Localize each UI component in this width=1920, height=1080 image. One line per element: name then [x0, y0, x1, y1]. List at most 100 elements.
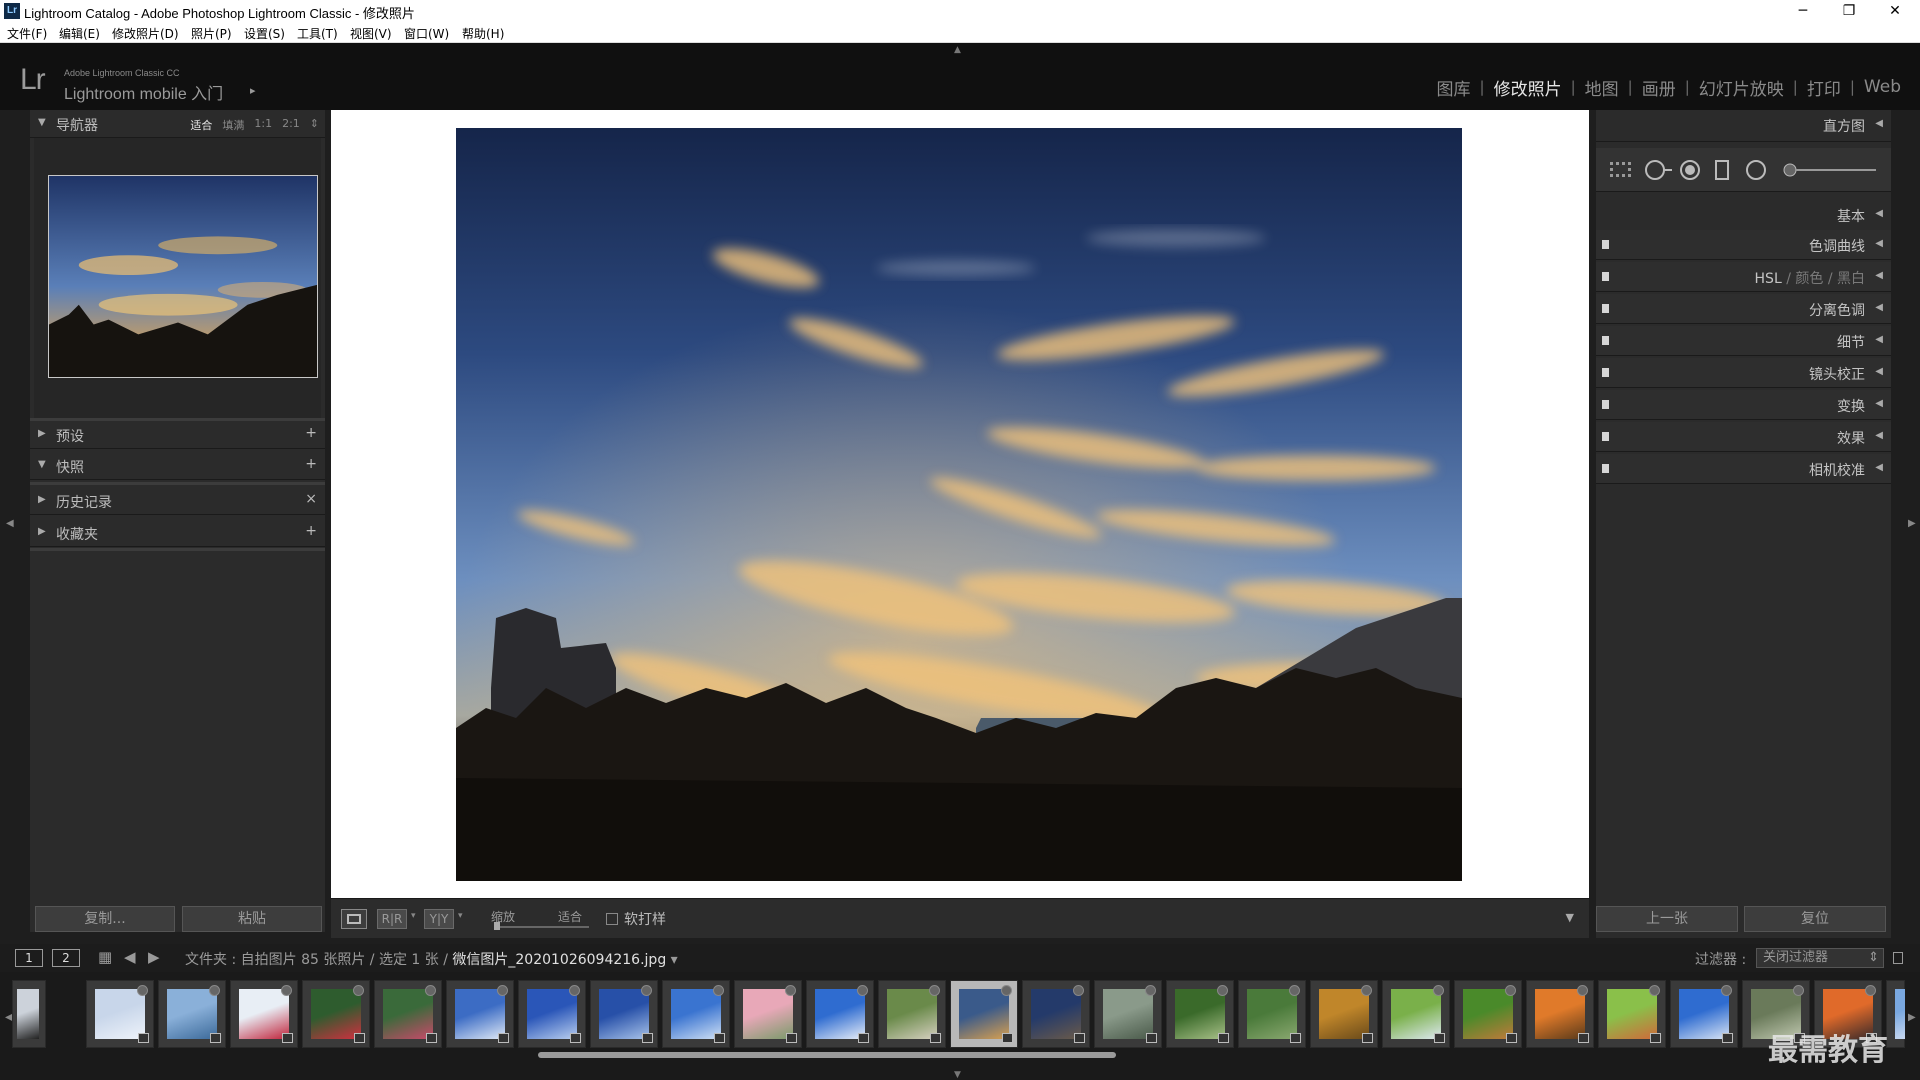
- filmstrip-thumbnail[interactable]: [12, 980, 46, 1048]
- crop-overlay-icon[interactable]: [1608, 159, 1634, 181]
- panel-switch-icon[interactable]: [1602, 240, 1609, 249]
- filmstrip-thumbnail[interactable]: [734, 980, 802, 1048]
- before-after-dropdown-icon[interactable]: ▾: [411, 911, 416, 921]
- add-preset-icon[interactable]: +: [305, 425, 317, 441]
- loupe-view-icon[interactable]: [341, 909, 367, 929]
- before-after-button[interactable]: R|R: [377, 909, 407, 929]
- filmstrip-thumbnail[interactable]: [1886, 980, 1905, 1048]
- collapse-triangle-icon[interactable]: ◀: [1875, 208, 1883, 219]
- main-window-button[interactable]: 1: [15, 949, 43, 967]
- hsl-header[interactable]: HSL / 颜色 / 黑白 ◀: [1596, 262, 1891, 292]
- toolbar-content-menu-icon[interactable]: ▼: [1566, 911, 1574, 924]
- menu-settings[interactable]: 设置(S): [244, 25, 285, 42]
- histogram-header[interactable]: 直方图 ◀: [1596, 110, 1891, 142]
- color-tab[interactable]: 颜色: [1795, 271, 1823, 287]
- history-header[interactable]: ▶ 历史记录 ×: [30, 487, 325, 515]
- lens-corrections-header[interactable]: 镜头校正 ◀: [1596, 358, 1891, 388]
- split-toning-header[interactable]: 分离色调 ◀: [1596, 294, 1891, 324]
- black-white-tab[interactable]: 黑白: [1837, 271, 1865, 287]
- panel-switch-icon[interactable]: [1602, 368, 1609, 377]
- grid-view-icon[interactable]: ▦: [98, 948, 112, 966]
- forward-arrow-icon[interactable]: ▶: [148, 948, 160, 966]
- soft-proof-label[interactable]: 软打样: [624, 909, 666, 929]
- filmstrip-thumbnail[interactable]: [1670, 980, 1738, 1048]
- filmstrip-thumbnail[interactable]: [86, 980, 154, 1048]
- spot-removal-icon[interactable]: [1644, 159, 1674, 181]
- presets-header[interactable]: ▶ 预设 +: [30, 421, 325, 449]
- top-panel-toggle-icon[interactable]: ▲: [954, 45, 961, 55]
- breadcrumb[interactable]: 文件夹 : 自拍图片 85 张照片 / 选定 1 张 / 微信图片_202010…: [185, 949, 678, 969]
- filmstrip-thumbnail[interactable]: [446, 980, 514, 1048]
- right-panel-toggle-icon[interactable]: ▶: [1908, 518, 1916, 529]
- collapse-triangle-icon[interactable]: ◀: [1875, 430, 1883, 441]
- module-slideshow[interactable]: 幻灯片放映: [1690, 75, 1793, 100]
- menu-photo[interactable]: 照片(P): [191, 25, 232, 42]
- module-web[interactable]: Web: [1855, 77, 1910, 97]
- red-eye-icon[interactable]: [1678, 159, 1702, 181]
- collapse-triangle-icon[interactable]: ◀: [1875, 118, 1883, 129]
- filmstrip-thumbnail[interactable]: [518, 980, 586, 1048]
- menu-window[interactable]: 窗口(W): [404, 25, 449, 42]
- filmstrip-thumbnail[interactable]: [662, 980, 730, 1048]
- menu-tools[interactable]: 工具(T): [297, 25, 338, 42]
- zoom-slider-handle[interactable]: [494, 922, 500, 930]
- paste-settings-button[interactable]: 粘贴: [182, 906, 322, 932]
- filter-lock-icon[interactable]: [1893, 952, 1903, 964]
- collections-header[interactable]: ▶ 收藏夹 +: [30, 519, 325, 547]
- previous-settings-button[interactable]: 上一张: [1596, 906, 1738, 932]
- panel-switch-icon[interactable]: [1602, 336, 1609, 345]
- panel-switch-icon[interactable]: [1602, 272, 1609, 281]
- soft-proof-checkbox[interactable]: [606, 913, 618, 925]
- zoom-slider[interactable]: [494, 926, 589, 928]
- collapse-triangle-icon[interactable]: ▼: [38, 459, 46, 470]
- menu-develop[interactable]: 修改照片(D): [112, 25, 179, 42]
- left-panel-toggle-icon[interactable]: ◀: [6, 518, 14, 529]
- filmstrip-thumbnail[interactable]: [590, 980, 658, 1048]
- expand-triangle-icon[interactable]: ▶: [38, 428, 46, 439]
- effects-header[interactable]: 效果 ◀: [1596, 422, 1891, 452]
- zoom-menu-icon[interactable]: ⇕: [310, 117, 319, 133]
- filmstrip-thumbnail[interactable]: [158, 980, 226, 1048]
- navigator-thumbnail[interactable]: [48, 175, 318, 378]
- zoom-2-1-option[interactable]: 2:1: [282, 117, 300, 133]
- snapshots-header[interactable]: ▼ 快照 +: [30, 452, 325, 480]
- filmstrip-thumbnail[interactable]: [950, 980, 1018, 1048]
- filmstrip-thumbnail[interactable]: [878, 980, 946, 1048]
- filmstrip-thumbnail[interactable]: [1094, 980, 1162, 1048]
- filter-select[interactable]: 关闭过滤器 ⇕: [1756, 948, 1884, 968]
- panel-switch-icon[interactable]: [1602, 304, 1609, 313]
- zoom-fit-option[interactable]: 适合: [190, 117, 212, 133]
- tone-curve-header[interactable]: 色调曲线 ◀: [1596, 230, 1891, 260]
- reset-button[interactable]: 复位: [1744, 906, 1886, 932]
- filmstrip-thumbnail[interactable]: [1022, 980, 1090, 1048]
- filmstrip-thumbnail[interactable]: [1598, 980, 1666, 1048]
- collapse-triangle-icon[interactable]: ◀: [1875, 398, 1883, 409]
- panel-switch-icon[interactable]: [1602, 464, 1609, 473]
- hsl-tab[interactable]: HSL: [1755, 271, 1782, 287]
- module-develop[interactable]: 修改照片: [1485, 75, 1571, 100]
- module-book[interactable]: 画册: [1633, 75, 1685, 100]
- filmstrip-thumbnail[interactable]: [302, 980, 370, 1048]
- before-after-swap-button[interactable]: Y|Y: [424, 909, 454, 929]
- collapse-triangle-icon[interactable]: ◀: [1875, 462, 1883, 473]
- filmstrip-thumbnail[interactable]: [374, 980, 442, 1048]
- filmstrip-scrollbar[interactable]: [538, 1052, 1116, 1058]
- menu-help[interactable]: 帮助(H): [462, 25, 504, 42]
- menu-edit[interactable]: 编辑(E): [59, 25, 100, 42]
- minimize-button[interactable]: ─: [1780, 0, 1826, 22]
- swap-dropdown-icon[interactable]: ▾: [458, 911, 463, 921]
- module-print[interactable]: 打印: [1798, 75, 1850, 100]
- module-map[interactable]: 地图: [1576, 75, 1628, 100]
- secondary-window-button[interactable]: 2: [52, 949, 80, 967]
- camera-calibration-header[interactable]: 相机校准 ◀: [1596, 454, 1891, 484]
- navigator-header[interactable]: ▼ 导航器 适合 填满 1:1 2:1 ⇕: [30, 110, 325, 138]
- collapse-triangle-icon[interactable]: ▼: [38, 117, 46, 128]
- filmstrip-thumbnail[interactable]: [230, 980, 298, 1048]
- back-arrow-icon[interactable]: ◀: [124, 948, 136, 966]
- zoom-1-1-option[interactable]: 1:1: [254, 117, 272, 133]
- filmstrip-thumbnail[interactable]: [1310, 980, 1378, 1048]
- collapse-triangle-icon[interactable]: ◀: [1875, 270, 1883, 281]
- play-arrow-icon[interactable]: ▸: [250, 84, 256, 97]
- add-collection-icon[interactable]: +: [305, 523, 317, 539]
- filmstrip-thumbnail[interactable]: [806, 980, 874, 1048]
